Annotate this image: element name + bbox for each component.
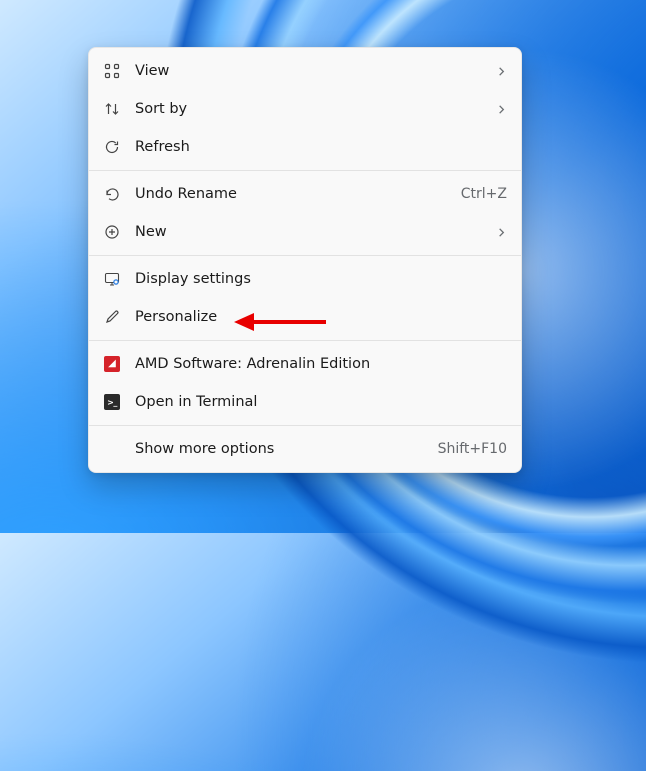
menu-item-new[interactable]: New: [89, 213, 521, 251]
personalize-icon: [103, 308, 121, 326]
menu-item-label: Refresh: [135, 139, 190, 155]
menu-item-shortcut: Shift+F10: [438, 441, 507, 457]
display-settings-icon: [103, 270, 121, 288]
amd-icon: ◢: [103, 355, 121, 373]
menu-item-label: Open in Terminal: [135, 394, 257, 410]
menu-item-view[interactable]: View: [89, 52, 521, 90]
menu-separator: [89, 170, 521, 171]
menu-item-amd-software[interactable]: ◢ AMD Software: Adrenalin Edition: [89, 345, 521, 383]
menu-item-label: New: [135, 224, 167, 240]
empty-icon: [103, 440, 121, 458]
menu-item-sort-by[interactable]: Sort by: [89, 90, 521, 128]
menu-item-undo-rename[interactable]: Undo Rename Ctrl+Z: [89, 175, 521, 213]
refresh-icon: [103, 138, 121, 156]
view-icon: [103, 62, 121, 80]
menu-item-label: AMD Software: Adrenalin Edition: [135, 356, 370, 372]
menu-separator: [89, 340, 521, 341]
terminal-icon: >_: [103, 393, 121, 411]
sort-icon: [103, 100, 121, 118]
menu-item-refresh[interactable]: Refresh: [89, 128, 521, 166]
menu-item-label: Undo Rename: [135, 186, 237, 202]
menu-item-label: Personalize: [135, 309, 217, 325]
chevron-right-icon: [496, 227, 507, 238]
menu-item-label: Display settings: [135, 271, 251, 287]
menu-item-personalize[interactable]: Personalize: [89, 298, 521, 336]
chevron-right-icon: [496, 104, 507, 115]
undo-icon: [103, 185, 121, 203]
menu-item-label: Show more options: [135, 441, 274, 457]
desktop-context-menu: View Sort by Refresh: [88, 47, 522, 473]
menu-item-shortcut: Ctrl+Z: [461, 186, 507, 202]
chevron-right-icon: [496, 66, 507, 77]
menu-item-display-settings[interactable]: Display settings: [89, 260, 521, 298]
menu-item-label: View: [135, 63, 169, 79]
menu-separator: [89, 255, 521, 256]
menu-item-open-terminal[interactable]: >_ Open in Terminal: [89, 383, 521, 421]
menu-item-label: Sort by: [135, 101, 187, 117]
menu-item-show-more-options[interactable]: Show more options Shift+F10: [89, 430, 521, 468]
new-icon: [103, 223, 121, 241]
menu-separator: [89, 425, 521, 426]
